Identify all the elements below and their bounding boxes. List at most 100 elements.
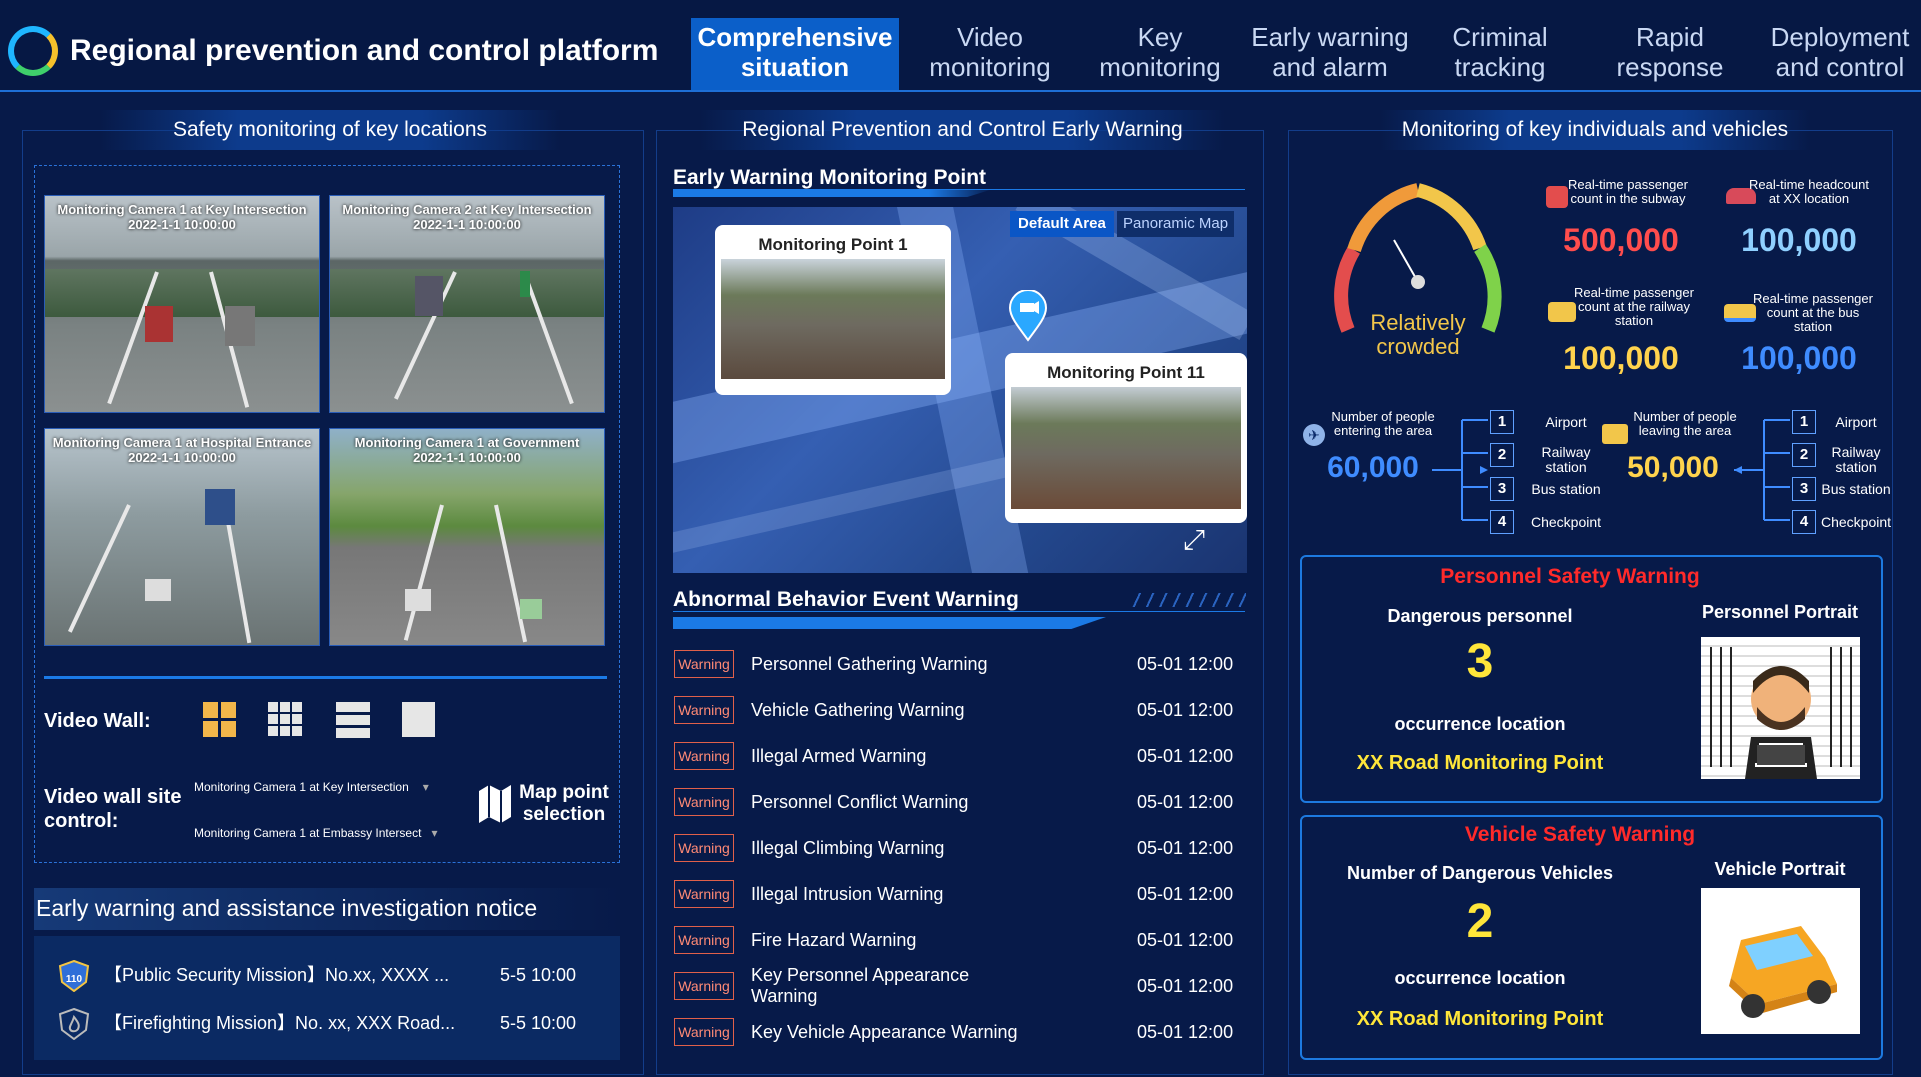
entering-label: Number of people entering the area: [1331, 409, 1435, 438]
warning-text: Illegal Intrusion Warning: [751, 883, 944, 904]
point-label: Checkpoint: [1530, 514, 1602, 530]
camera-feed-4[interactable]: Monitoring Camera 1 at Government 2022-1-…: [329, 428, 605, 646]
point-number: 1: [1792, 410, 1816, 434]
camera-time: 2022-1-1 10:00:00: [413, 450, 521, 465]
tab-video-monitoring[interactable]: Video monitoring: [910, 18, 1070, 90]
warning-badge: Warning: [674, 926, 734, 954]
vehicle-portrait-label: Vehicle Portrait: [1714, 859, 1846, 879]
site-select-2[interactable]: Monitoring Camera 1 at Embassy Intersect…: [194, 826, 437, 840]
warning-row[interactable]: Warning Illegal Armed Warning 05-01 12:00: [674, 736, 1244, 776]
grid-3x3-icon[interactable]: [268, 702, 302, 736]
header-bar: Regional prevention and control platform…: [0, 0, 1921, 92]
notice-text: 【Firefighting Mission】No. xx, XXX Road..…: [104, 1013, 456, 1033]
stat-value: 100,000: [1741, 340, 1857, 376]
warning-text: Fire Hazard Warning: [751, 929, 917, 950]
app-title: Regional prevention and control platform: [70, 34, 659, 67]
notice-item[interactable]: 110 【Public Security Mission】No.xx, XXXX…: [52, 959, 592, 993]
point-number: 1: [1490, 410, 1514, 434]
dangerous-vehicles-label: Number of Dangerous Vehicles: [1346, 863, 1614, 883]
warning-time: 05-01 12:00: [1137, 1022, 1234, 1042]
tab-deployment-control[interactable]: Deployment and control: [1760, 18, 1920, 90]
monitoring-point-image: [721, 259, 945, 379]
tab-panoramic-map[interactable]: Panoramic Map: [1117, 211, 1235, 237]
warning-text: Key Personnel Appearance Warning: [751, 965, 970, 1006]
fire-badge-icon: [58, 1007, 90, 1041]
camera-feed-2[interactable]: Monitoring Camera 2 at Key Intersection 2…: [329, 195, 605, 413]
warning-row[interactable]: Warning Fire Hazard Warning 05-01 12:00: [674, 920, 1244, 960]
site-select-1[interactable]: Monitoring Camera 1 at Key Intersection ▾: [194, 780, 429, 794]
point-number: 2: [1490, 443, 1514, 467]
section-rule: [673, 189, 1245, 190]
warning-badge: Warning: [674, 788, 734, 816]
fullscreen-icon[interactable]: ⤢: [1175, 525, 1213, 555]
tab-comprehensive-situation[interactable]: Comprehensive situation: [691, 18, 899, 90]
monitoring-point-card[interactable]: Monitoring Point 1: [715, 225, 951, 395]
monitoring-point-card[interactable]: Monitoring Point 11: [1005, 353, 1247, 523]
notice-title: Early warning and assistance investigati…: [36, 895, 538, 921]
point-number: 4: [1792, 510, 1816, 534]
warning-row[interactable]: Warning Personnel Conflict Warning 05-01 1…: [674, 782, 1244, 822]
section-underline: [673, 189, 993, 197]
point-number: 2: [1792, 443, 1816, 467]
entering-connector: [1432, 419, 1488, 521]
warning-row[interactable]: Warning Key Personnel Appearance Warning 0…: [674, 965, 1244, 1006]
grid-single-icon[interactable]: [402, 702, 436, 737]
stat-value: 100,000: [1741, 222, 1857, 258]
entering-value: 60,000: [1327, 451, 1419, 484]
grid-rows-icon[interactable]: [336, 702, 370, 738]
section-stripes: [1128, 593, 1246, 607]
stat-label: Real-time passenger count at the railway…: [1574, 285, 1694, 328]
grid-2x2-icon[interactable]: [203, 702, 237, 737]
point-label: Checkpoint: [1820, 514, 1892, 530]
warning-row[interactable]: Warning Illegal Intrusion Warning 05-01 12…: [674, 874, 1244, 914]
point-number: 3: [1490, 477, 1514, 501]
tab-criminal-tracking[interactable]: Criminal tracking: [1420, 18, 1580, 90]
occurrence-location: XX Road Monitoring Point: [1356, 1008, 1604, 1030]
warning-badge: Warning: [674, 650, 734, 678]
left-panel-title: Safety monitoring of key locations: [100, 110, 560, 150]
warning-row[interactable]: Warning Vehicle Gathering Warning 05-01 12…: [674, 690, 1244, 730]
stat-label: Real-time passenger count in the subway: [1568, 177, 1688, 206]
camera-feed-1[interactable]: Monitoring Camera 1 at Key Intersection 2…: [44, 195, 320, 413]
point-label: Airport: [1835, 414, 1877, 430]
warning-row[interactable]: Warning Illegal Climbing Warning 05-01 12:…: [674, 828, 1244, 868]
dangerous-personnel-label: Dangerous personnel: [1387, 606, 1573, 626]
warning-row[interactable]: Warning Personnel Gathering Warning 05-01 …: [674, 644, 1244, 684]
train-icon: [1548, 302, 1576, 322]
location-pin-icon[interactable]: [1008, 289, 1048, 342]
point-number: 4: [1490, 510, 1514, 534]
warning-row[interactable]: Warning Key Vehicle Appearance Warning 05-…: [674, 1012, 1244, 1052]
personnel-portrait-image[interactable]: [1701, 637, 1860, 779]
vehicle-portrait-image[interactable]: [1701, 888, 1860, 1034]
warning-text: Personnel Conflict Warning: [751, 791, 969, 812]
occurrence-location-label: occurrence location: [1394, 714, 1566, 734]
train-icon: [1602, 424, 1628, 444]
map-view[interactable]: Default Area Panoramic Map Monitoring Po…: [673, 207, 1247, 573]
tab-rapid-response[interactable]: Rapid response: [1590, 18, 1750, 90]
tab-early-warning[interactable]: Early warning and alarm: [1245, 18, 1415, 90]
dangerous-vehicles-count: 2: [1466, 895, 1494, 948]
notice-item[interactable]: 【Firefighting Mission】No. xx, XXX Road..…: [52, 1007, 592, 1041]
notice-time: 5-5 10:00: [500, 1013, 577, 1033]
point-number: 3: [1792, 477, 1816, 501]
warning-badge: Warning: [674, 1018, 734, 1046]
site-select-2-value: Monitoring Camera 1 at Embassy Intersect: [194, 826, 422, 840]
warning-text: Illegal Armed Warning: [751, 745, 927, 766]
video-wall-control-label: Video wall site control:: [44, 786, 182, 832]
warning-text: Personnel Gathering Warning: [751, 653, 988, 674]
map-point-selection-button[interactable]: Map point selection: [514, 782, 614, 826]
monitoring-point-name: Monitoring Point 11: [1047, 363, 1205, 382]
warning-text: Illegal Climbing Warning: [751, 837, 945, 858]
tab-key-monitoring[interactable]: Key monitoring: [1080, 18, 1240, 90]
warning-time: 05-01 12:00: [1137, 930, 1234, 950]
map-icon[interactable]: [479, 785, 511, 823]
camera-feed-3[interactable]: Monitoring Camera 1 at Hospital Entrance…: [44, 428, 320, 646]
monitoring-point-image: [1011, 387, 1241, 509]
logo-icon: [8, 26, 58, 76]
tab-default-area[interactable]: Default Area: [1010, 211, 1114, 237]
point-label: Railway station: [1831, 444, 1881, 475]
divider: [44, 676, 607, 679]
warning-time: 05-01 12:00: [1137, 838, 1234, 858]
police-badge-icon: 110: [58, 959, 90, 993]
warning-badge: Warning: [674, 834, 734, 862]
